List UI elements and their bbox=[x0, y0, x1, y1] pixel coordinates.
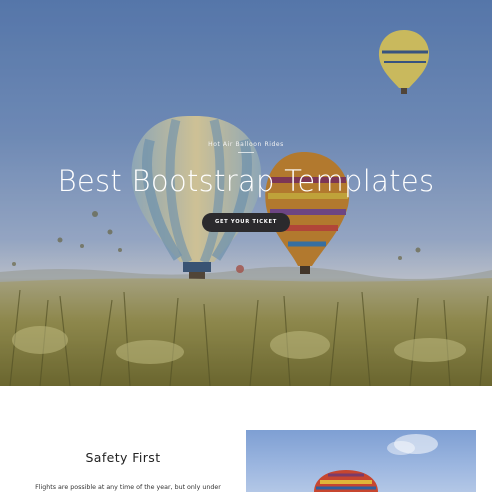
page: Hot Air Balloon Rides Best Bootstrap Tem… bbox=[0, 0, 492, 492]
feature-text: Flights are possible at any time of the … bbox=[35, 484, 221, 491]
hero-divider bbox=[238, 152, 254, 153]
feature-text-column: Safety First Flights are possible at any… bbox=[0, 386, 246, 492]
feature-title: Safety First bbox=[85, 450, 161, 465]
feature-section: Safety First Flights are possible at any… bbox=[0, 386, 492, 492]
feature-balloon-image bbox=[314, 434, 438, 492]
hero-subtitle: Hot Air Balloon Rides bbox=[208, 141, 284, 148]
hero-title: Best Bootstrap Templates bbox=[57, 164, 435, 198]
hero-section: Hot Air Balloon Rides Best Bootstrap Tem… bbox=[0, 0, 492, 386]
get-ticket-button[interactable]: GET YOUR TICKET bbox=[202, 213, 290, 232]
feature-photo bbox=[246, 430, 476, 492]
